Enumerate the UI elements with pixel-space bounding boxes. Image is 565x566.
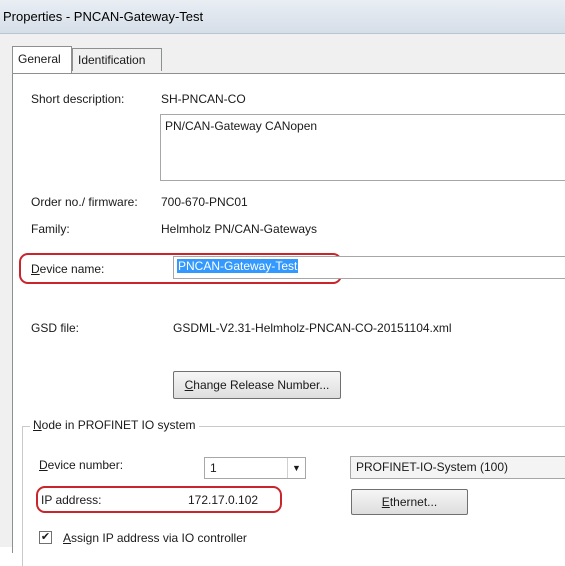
ethernet-mnemonic: E [381, 495, 390, 509]
change-release-mnemonic: C [184, 378, 194, 392]
family-label: Family: [31, 222, 70, 236]
change-release-button-label: hange Release Number... [193, 378, 330, 392]
title-bar: Properties - PNCAN-Gateway-Test [0, 0, 565, 34]
device-name-label-rest: evice name: [39, 262, 105, 276]
assign-ip-label-rest: ssign IP address via IO controller [71, 531, 247, 545]
ip-address-label: IP address: [41, 493, 102, 507]
description-text: PN/CAN-Gateway CANopen [165, 119, 318, 133]
checkmark-icon: ✔ [40, 531, 51, 543]
device-number-label: Device number: [39, 458, 124, 472]
tab-identification-label: Identification [78, 53, 146, 67]
assign-ip-label: Assign IP address via IO controller [63, 531, 247, 545]
short-description-label: Short description: [31, 92, 125, 106]
change-release-number-button[interactable]: Change Release Number... [173, 371, 341, 399]
node-group-title: Node in PROFINET IO system [30, 418, 199, 432]
order-label: Order no./ firmware: [31, 195, 138, 209]
tab-general-label: General [18, 52, 61, 66]
ethernet-button-label: thernet... [389, 495, 438, 509]
order-value: 700-670-PNC01 [161, 195, 248, 209]
device-number-value: 1 [210, 461, 217, 475]
node-group-title-rest: ode in PROFINET IO system [41, 418, 196, 432]
assign-ip-checkbox[interactable]: ✔ [39, 531, 52, 544]
gsd-label: GSD file: [31, 321, 80, 335]
tab-general[interactable]: General [12, 46, 72, 73]
chevron-down-icon[interactable]: ▼ [287, 458, 305, 478]
device-name-selected-text: PNCAN-Gateway-Test [177, 259, 299, 273]
short-description-value: SH-PNCAN-CO [161, 92, 246, 106]
gsd-value: GSDML-V2.31-Helmholz-PNCAN-CO-20151104.x… [173, 321, 452, 335]
device-name-label: Device name: [31, 262, 105, 276]
description-textarea[interactable]: PN/CAN-Gateway CANopen [160, 114, 565, 181]
window-title: Properties - PNCAN-Gateway-Test [3, 9, 204, 24]
ip-address-value: 172.17.0.102 [188, 493, 259, 507]
device-name-input[interactable]: PNCAN-Gateway-Test [173, 256, 565, 279]
device-number-label-rest: evice number: [47, 458, 124, 472]
io-system-field: PROFINET-IO-System (100) [350, 456, 565, 479]
tab-identification[interactable]: Identification [72, 48, 162, 71]
device-number-select[interactable]: 1 ▼ [204, 457, 306, 479]
ethernet-button[interactable]: Ethernet... [351, 489, 468, 515]
family-value: Helmholz PN/CAN-Gateways [161, 222, 318, 236]
io-system-value: PROFINET-IO-System (100) [356, 460, 509, 474]
